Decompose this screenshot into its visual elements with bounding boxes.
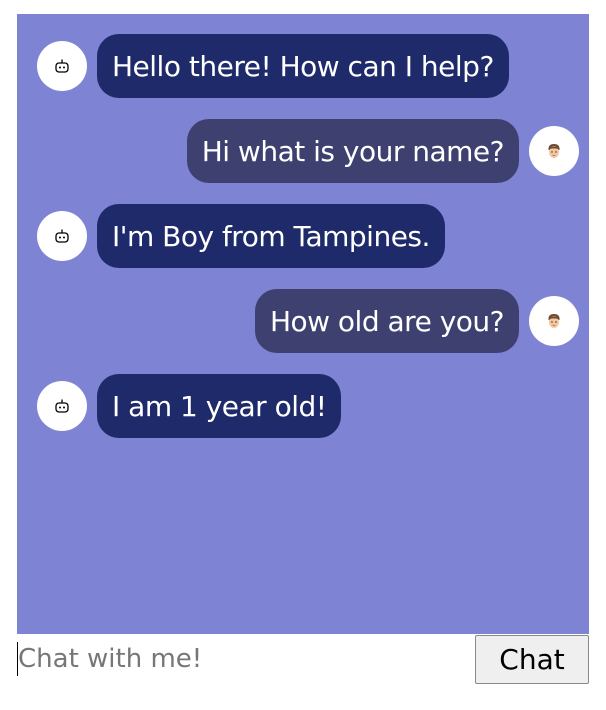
chat-input-area: Chat [17,634,589,686]
robot-icon [37,41,87,91]
man-face-icon [529,296,579,346]
message-bubble: Hello there! How can I help? [97,34,509,98]
message-bubble: I'm Boy from Tampines. [97,204,445,268]
message-row-bot: Hello there! How can I help? [37,34,509,98]
message-bubble: How old are you? [254,289,519,353]
chat-button[interactable]: Chat [475,635,589,684]
chat-window: Hello there! How can I help? Hi what is … [17,14,589,634]
man-face-icon [529,126,579,176]
message-row-user: Hi what is your name? [186,119,579,183]
chat-input[interactable] [17,642,468,676]
message-bubble: I am 1 year old! [97,374,342,438]
message-row-bot: I'm Boy from Tampines. [37,204,445,268]
message-bubble: Hi what is your name? [186,119,519,183]
message-row-bot: I am 1 year old! [37,374,342,438]
robot-icon [37,381,87,431]
message-row-user: How old are you? [254,289,579,353]
robot-icon [37,211,87,261]
